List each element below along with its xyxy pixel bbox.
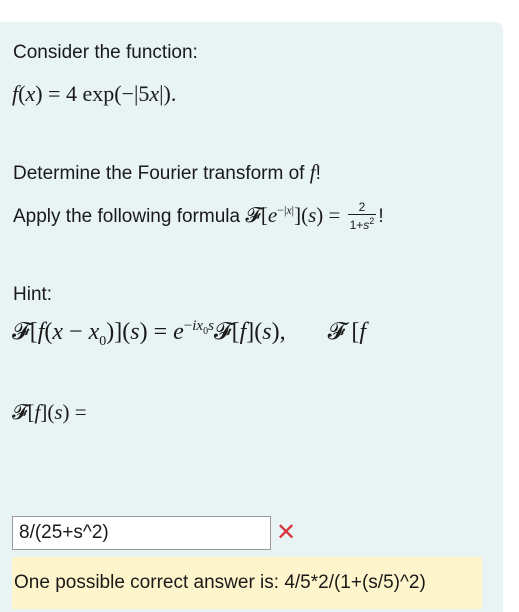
function-definition: f(x) = 4 exp(−|5x|). bbox=[12, 81, 177, 106]
hint-label: Hint: bbox=[13, 284, 53, 305]
incorrect-icon: ✕ bbox=[276, 519, 297, 546]
prompt-text: Consider the function: bbox=[13, 42, 198, 63]
correct-answer-box: One possible correct answer is: 4/5*2/(1… bbox=[12, 557, 482, 609]
correct-answer-text: One possible correct answer is: 4/5*2/(1… bbox=[14, 572, 426, 593]
hint-formula: 𝓕[f(x − x0)](s) = e−ix0s𝓕[f](s), 𝓕 [f bbox=[12, 318, 366, 349]
answer-input[interactable]: 8/(25+s^2) bbox=[12, 516, 271, 550]
task-line-2: Apply the following formula 𝓕[e−|x|](s) … bbox=[13, 200, 384, 233]
task-line-1: Determine the Fourier transform of f! bbox=[13, 160, 321, 184]
formula-fraction: 2 1+s2 bbox=[347, 200, 377, 233]
answer-label: 𝓕[f](s) = bbox=[12, 400, 87, 424]
